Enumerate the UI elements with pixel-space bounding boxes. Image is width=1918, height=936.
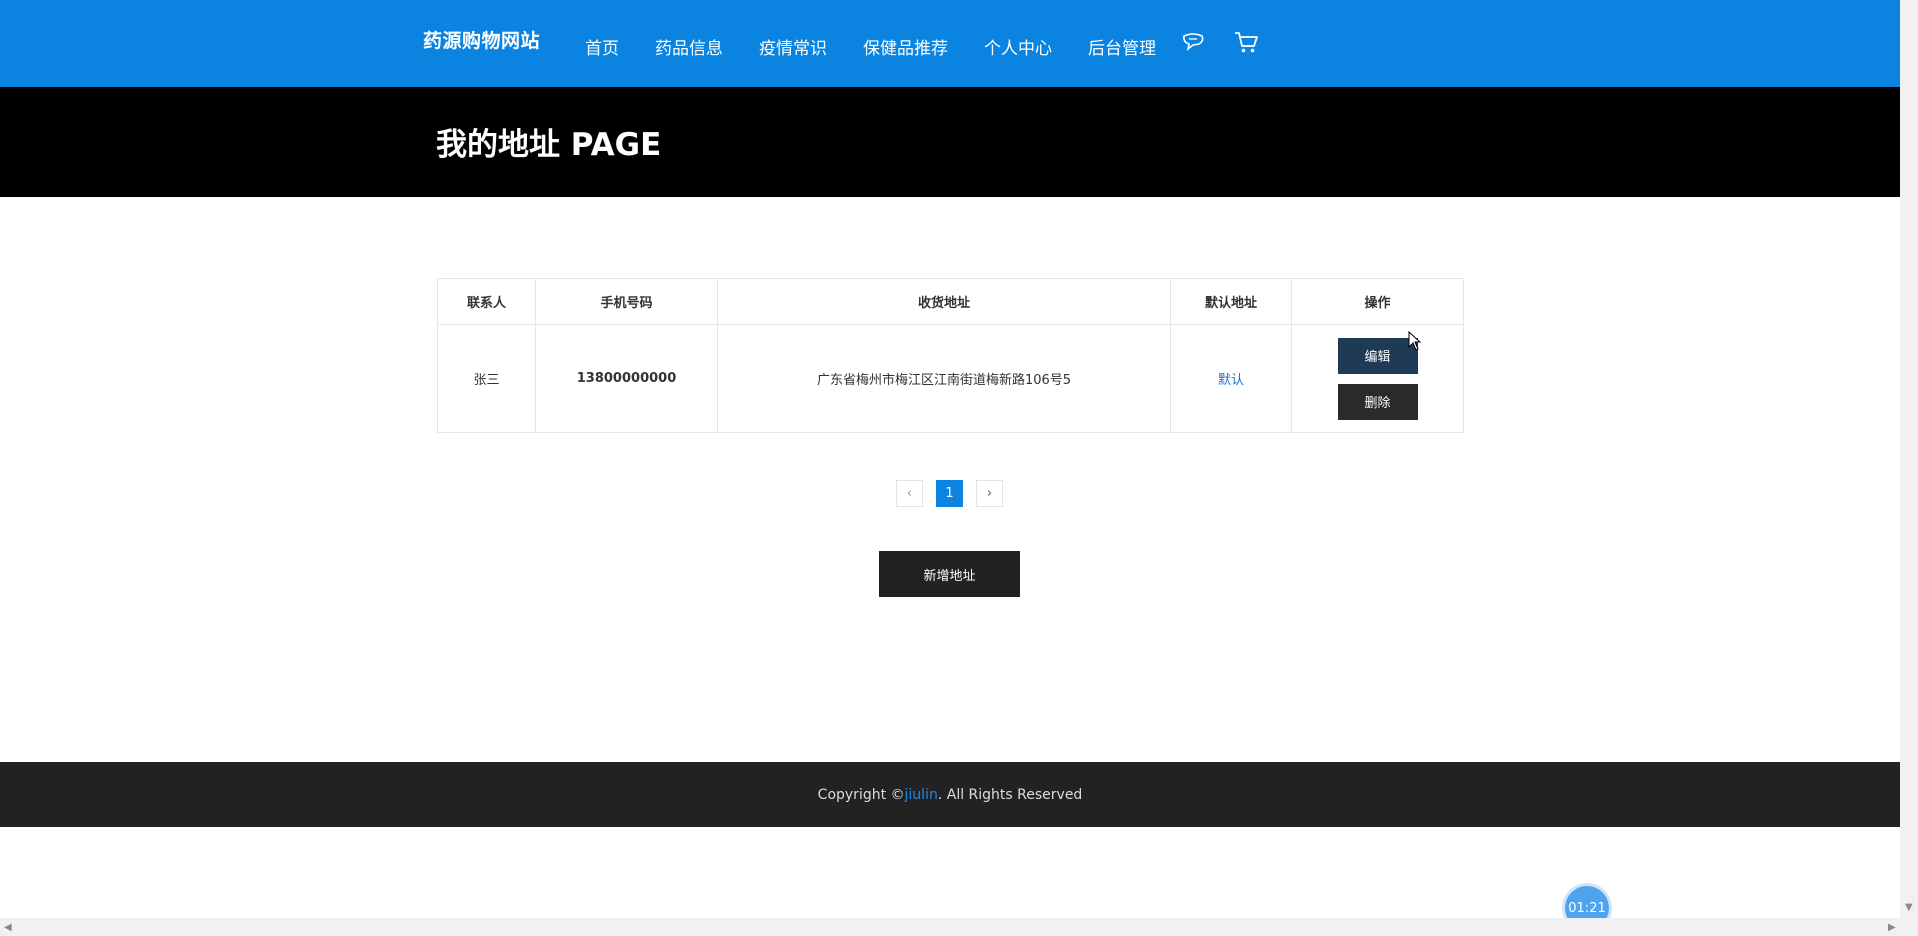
vertical-scrollbar[interactable]: ▼: [1900, 0, 1918, 918]
horizontal-scrollbar[interactable]: ◀ ▶: [0, 918, 1918, 936]
page-banner: 我的地址 PAGE: [0, 87, 1900, 197]
col-contact: 联系人: [437, 278, 536, 325]
add-address-button[interactable]: 新增地址: [879, 551, 1020, 597]
scroll-right-icon[interactable]: ▶: [1888, 922, 1896, 933]
default-address-link[interactable]: 默认: [1218, 373, 1244, 388]
col-address: 收货地址: [717, 278, 1171, 325]
cell-address: 广东省梅州市梅江区江南街道梅新路106号5: [717, 324, 1171, 433]
nav-user-center[interactable]: 个人中心: [984, 34, 1052, 59]
next-page-button[interactable]: ›: [976, 480, 1003, 507]
footer: Copyright © jiulin . All Rights Reserved: [0, 762, 1900, 827]
mouse-cursor-icon: [1408, 330, 1422, 355]
scroll-left-icon[interactable]: ◀: [4, 922, 12, 933]
top-header: 药源购物网站 首页 药品信息 疫情常识 保健品推荐 个人中心 后台管理: [0, 0, 1900, 87]
table-row: 张三 13800000000 广东省梅州市梅江区江南街道梅新路106号5 默认 …: [437, 324, 1464, 433]
page-button-1[interactable]: 1: [936, 480, 963, 507]
table-header-row: 联系人 手机号码 收货地址 默认地址 操作: [437, 278, 1464, 325]
nav-medicine-info[interactable]: 药品信息: [655, 34, 723, 59]
chat-icon[interactable]: [1178, 27, 1208, 57]
page-title: 我的地址 PAGE: [436, 127, 662, 163]
nav-admin[interactable]: 后台管理: [1088, 34, 1156, 59]
site-logo[interactable]: 药源购物网站: [423, 26, 540, 53]
cell-contact: 张三: [437, 324, 536, 433]
nav-health-products[interactable]: 保健品推荐: [863, 34, 948, 59]
col-default: 默认地址: [1170, 278, 1292, 325]
nav-epidemic-knowledge[interactable]: 疫情常识: [759, 34, 827, 59]
scroll-down-icon[interactable]: ▼: [1905, 902, 1913, 913]
cell-phone: 13800000000: [535, 324, 718, 433]
address-table: 联系人 手机号码 收货地址 默认地址 操作 张三 13800000000 广东省…: [437, 278, 1464, 433]
col-phone: 手机号码: [535, 278, 718, 325]
nav-home[interactable]: 首页: [585, 34, 619, 59]
prev-page-button[interactable]: ‹: [896, 480, 923, 507]
delete-button[interactable]: 删除: [1337, 383, 1418, 420]
cell-actions: 编辑 删除: [1291, 324, 1464, 433]
edit-button[interactable]: 编辑: [1337, 337, 1418, 374]
col-actions: 操作: [1291, 278, 1464, 325]
footer-brand-link[interactable]: jiulin: [905, 787, 938, 803]
cart-icon[interactable]: [1231, 27, 1261, 57]
copyright-suffix: . All Rights Reserved: [937, 786, 1083, 803]
pagination: ‹ 1 ›: [896, 480, 1003, 507]
cell-default: 默认: [1170, 324, 1292, 433]
main-nav: 首页 药品信息 疫情常识 保健品推荐 个人中心 后台管理: [585, 34, 1192, 59]
copyright-prefix: Copyright ©: [817, 786, 905, 803]
